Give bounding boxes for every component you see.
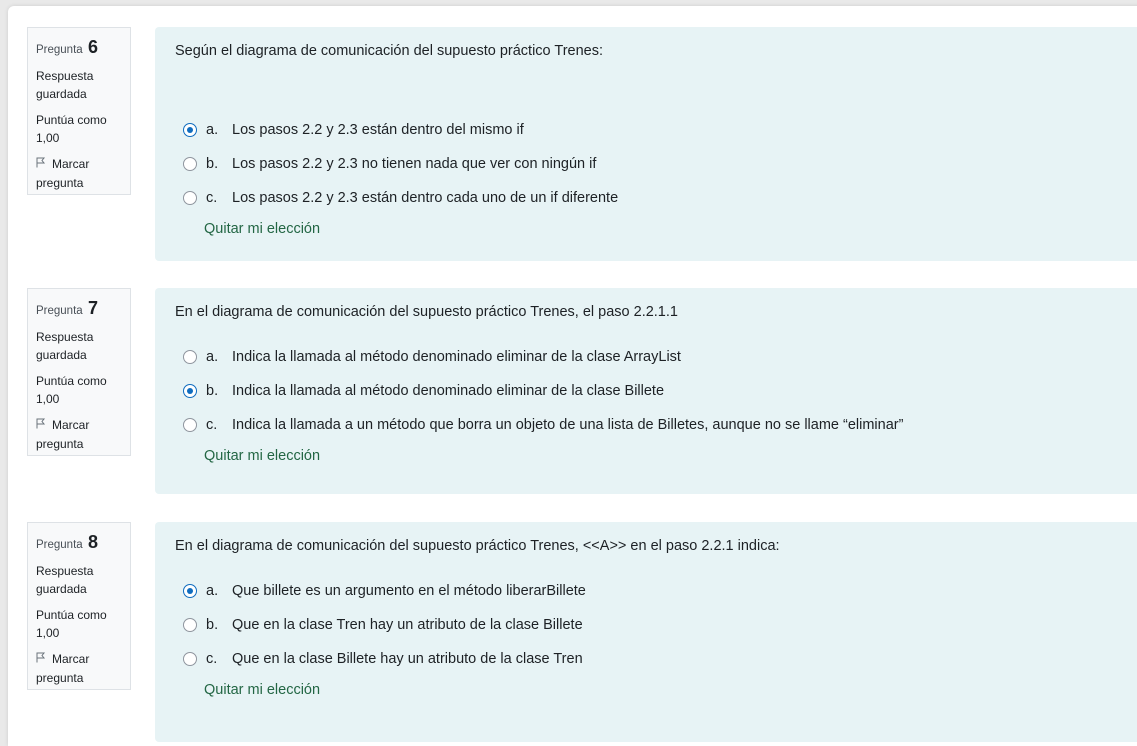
answer-options: a. Los pasos 2.2 y 2.3 están dentro del …: [175, 113, 1130, 215]
option-text: Que en la clase Billete hay un atributo …: [232, 651, 583, 667]
clear-choice-link[interactable]: Quitar mi elección: [204, 682, 320, 698]
option-letter: c.: [206, 190, 218, 206]
answer-option-c[interactable]: c. Indica la llamada a un método que bor…: [183, 408, 1130, 442]
option-letter: b.: [206, 156, 219, 172]
question-state: Respuesta guardada: [36, 330, 94, 362]
answer-option-a[interactable]: a. Indica la llamada al método denominad…: [183, 340, 1130, 374]
question-state: Respuesta guardada: [36, 69, 94, 101]
option-text: Los pasos 2.2 y 2.3 están dentro cada un…: [232, 190, 619, 206]
option-letter: a.: [206, 349, 219, 365]
question-number-value: 8: [88, 532, 99, 552]
flag-label: Marcar: [52, 418, 90, 432]
question-content: Según el diagrama de comunicación del su…: [155, 27, 1137, 261]
question-number-value: 7: [88, 298, 99, 318]
grade-label: Puntúa como: [36, 113, 107, 127]
question-label: Pregunta: [36, 305, 83, 317]
clear-choice-link[interactable]: Quitar mi elección: [204, 448, 320, 464]
option-text: Indica la llamada al método denominado e…: [232, 383, 665, 399]
option-letter: c.: [206, 417, 218, 433]
question-text: En el diagrama de comunicación del supue…: [175, 304, 678, 320]
option-letter: a.: [206, 583, 219, 599]
flag-label: Marcar: [52, 652, 90, 666]
question-label: Pregunta: [36, 44, 83, 56]
flag-label-2: pregunta: [36, 671, 84, 685]
question-number-value: 6: [88, 37, 99, 57]
radio-button[interactable]: [183, 191, 197, 205]
option-letter: b.: [206, 383, 219, 399]
option-text: Los pasos 2.2 y 2.3 no tienen nada que v…: [232, 156, 597, 172]
question-grade: Puntúa como 1,00: [36, 111, 122, 147]
flag-icon: [36, 417, 48, 435]
answer-option-c[interactable]: c. Que en la clase Billete hay un atribu…: [183, 642, 1130, 676]
answer-option-a[interactable]: a. Que billete es un argumento en el mét…: [183, 574, 1130, 608]
grade-label: Puntúa como: [36, 608, 107, 622]
flag-question-link[interactable]: Marcar pregunta: [36, 416, 122, 453]
flag-question-link[interactable]: Marcar pregunta: [36, 650, 122, 687]
grade-label: Puntúa como: [36, 374, 107, 388]
question-label: Pregunta: [36, 539, 83, 551]
option-text: Indica la llamada a un método que borra …: [232, 417, 904, 433]
flag-icon: [36, 156, 48, 174]
question-state: Respuesta guardada: [36, 564, 94, 596]
quiz-page: Pregunta 6 Respuesta guardada Puntúa com…: [8, 6, 1137, 746]
option-text: Que en la clase Tren hay un atributo de …: [232, 617, 583, 633]
radio-button[interactable]: [183, 618, 197, 632]
answer-options: a. Indica la llamada al método denominad…: [175, 340, 1130, 442]
grade-value: 1,00: [36, 392, 60, 406]
question-number: Pregunta 6: [36, 36, 122, 61]
option-text: Los pasos 2.2 y 2.3 están dentro del mis…: [232, 122, 524, 138]
option-letter: b.: [206, 617, 219, 633]
flag-label: Marcar: [52, 157, 90, 171]
option-letter: a.: [206, 122, 219, 138]
flag-question-link[interactable]: Marcar pregunta: [36, 155, 122, 192]
question-info-panel: Pregunta 6 Respuesta guardada Puntúa com…: [27, 27, 131, 195]
radio-button[interactable]: [183, 157, 197, 171]
question-info-panel: Pregunta 7 Respuesta guardada Puntúa com…: [27, 288, 131, 456]
flag-label-2: pregunta: [36, 176, 84, 190]
option-text: Que billete es un argumento en el método…: [232, 583, 586, 599]
flag-icon: [36, 651, 48, 669]
answer-option-a[interactable]: a. Los pasos 2.2 y 2.3 están dentro del …: [183, 113, 1130, 147]
answer-options: a. Que billete es un argumento en el mét…: [175, 574, 1130, 676]
clear-choice-link[interactable]: Quitar mi elección: [204, 221, 320, 237]
radio-button[interactable]: [183, 350, 197, 364]
radio-button[interactable]: [183, 123, 197, 137]
question-content: En el diagrama de comunicación del supue…: [155, 288, 1137, 494]
flag-label-2: pregunta: [36, 437, 84, 451]
grade-value: 1,00: [36, 626, 60, 640]
question-text: Según el diagrama de comunicación del su…: [175, 43, 604, 59]
radio-button[interactable]: [183, 418, 197, 432]
answer-option-c[interactable]: c. Los pasos 2.2 y 2.3 están dentro cada…: [183, 181, 1130, 215]
option-letter: c.: [206, 651, 218, 667]
question-number: Pregunta 8: [36, 531, 122, 556]
question-grade: Puntúa como 1,00: [36, 372, 122, 408]
question-number: Pregunta 7: [36, 297, 122, 322]
question-grade: Puntúa como 1,00: [36, 606, 122, 642]
radio-button[interactable]: [183, 384, 197, 398]
question-info-panel: Pregunta 8 Respuesta guardada Puntúa com…: [27, 522, 131, 690]
question-text: En el diagrama de comunicación del supue…: [175, 538, 780, 554]
option-text: Indica la llamada al método denominado e…: [232, 349, 681, 365]
radio-button[interactable]: [183, 584, 197, 598]
answer-option-b[interactable]: b. Que en la clase Tren hay un atributo …: [183, 608, 1130, 642]
answer-option-b[interactable]: b. Los pasos 2.2 y 2.3 no tienen nada qu…: [183, 147, 1130, 181]
answer-option-b[interactable]: b. Indica la llamada al método denominad…: [183, 374, 1130, 408]
question-content: En el diagrama de comunicación del supue…: [155, 522, 1137, 742]
radio-button[interactable]: [183, 652, 197, 666]
grade-value: 1,00: [36, 131, 60, 145]
